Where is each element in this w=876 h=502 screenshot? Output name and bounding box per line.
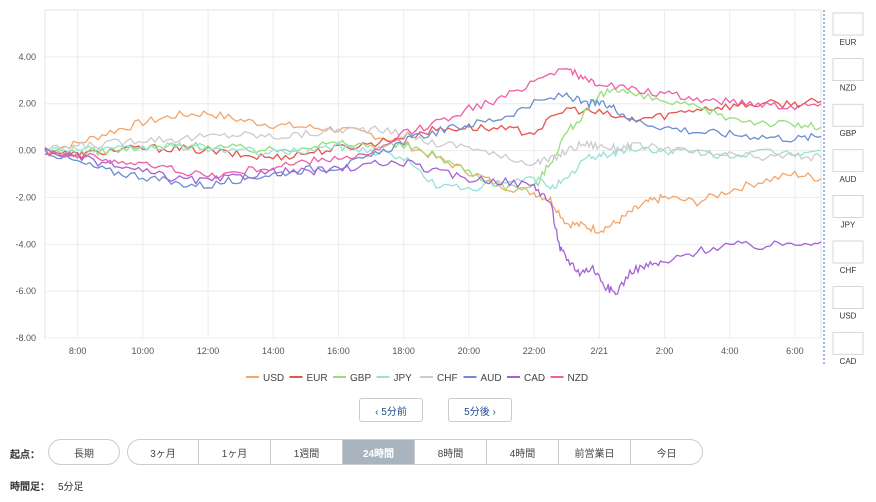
y-tick-label: 0.00 [18, 146, 36, 156]
y-tick-label: -8.00 [15, 333, 36, 343]
x-tick-label: 12:00 [197, 346, 220, 356]
flag-label-jpy: JPY [841, 220, 856, 229]
interval-label: 時間足： [10, 482, 50, 493]
flag-frame [832, 149, 864, 173]
range-option-long[interactable]: 長期 [48, 439, 120, 465]
x-tick-label: 8:00 [69, 346, 87, 356]
plot-area [44, 9, 822, 339]
range-option-prev-business-day[interactable]: 前営業日 [559, 439, 631, 465]
legend-label-gbp: GBP [350, 373, 371, 384]
legend-label-nzd: NZD [568, 373, 589, 384]
flag-frame [832, 331, 864, 355]
flag-label-aud: AUD [840, 175, 857, 184]
y-tick-label: -2.00 [15, 192, 36, 202]
legend-label-eur: EUR [307, 373, 328, 384]
flag-frame [832, 240, 864, 264]
x-tick-label: 14:00 [262, 346, 285, 356]
x-tick-label: 16:00 [327, 346, 350, 356]
range-option-4hours[interactable]: 4時間 [487, 439, 559, 465]
flag-frame [832, 12, 864, 36]
start-point-label: 起点： [10, 450, 40, 461]
range-option-24hours[interactable]: 24時間 [343, 439, 415, 465]
flag-label-chf: CHF [840, 266, 857, 275]
x-tick-label: 2:00 [656, 346, 674, 356]
legend-label-jpy: JPY [394, 373, 413, 384]
range-option-3months[interactable]: 3ヶ月 [127, 439, 199, 465]
x-tick-label: 10:00 [132, 346, 155, 356]
x-tick-label: 18:00 [392, 346, 415, 356]
flag-frame [832, 286, 864, 309]
legend-label-usd: USD [263, 373, 284, 384]
flag-frame [832, 58, 864, 81]
currency-strength-chart: 8:00 10:00 12:00 14:00 16:00 18:00 20:00 22:00 2… [15, 9, 864, 384]
flag-label-nzd: NZD [840, 84, 857, 93]
y-tick-label: -4.00 [15, 239, 36, 249]
flag-frame [832, 103, 864, 127]
range-option-today[interactable]: 今日 [631, 439, 703, 465]
x-tick-label: 20:00 [458, 346, 481, 356]
next-5min-button[interactable]: 5分後 › [448, 398, 512, 422]
legend-label-chf: CHF [437, 373, 458, 384]
x-tick-label: 4:00 [721, 346, 739, 356]
y-tick-label: -6.00 [15, 286, 36, 296]
range-option-8hours[interactable]: 8時間 [415, 439, 487, 465]
x-tick-label: 22:00 [523, 346, 546, 356]
interval-value: 5分足 [58, 482, 84, 493]
y-tick-label: 2.00 [18, 99, 36, 109]
legend-label-aud: AUD [481, 373, 502, 384]
flag-label-gbp: GBP [840, 129, 857, 138]
flag-label-usd: USD [840, 312, 857, 321]
y-tick-label: 4.00 [18, 52, 36, 62]
legend-label-cad: CAD [524, 373, 545, 384]
flag-label-eur: EUR [840, 38, 857, 47]
flag-frame [832, 195, 864, 218]
x-tick-label: 2/21 [591, 346, 609, 356]
prev-5min-button[interactable]: ‹ 5分前 [359, 398, 423, 422]
range-option-1week[interactable]: 1週間 [271, 439, 343, 465]
x-tick-label: 6:00 [786, 346, 804, 356]
flag-label-cad: CAD [840, 357, 857, 366]
range-option-1month[interactable]: 1ヶ月 [199, 439, 271, 465]
